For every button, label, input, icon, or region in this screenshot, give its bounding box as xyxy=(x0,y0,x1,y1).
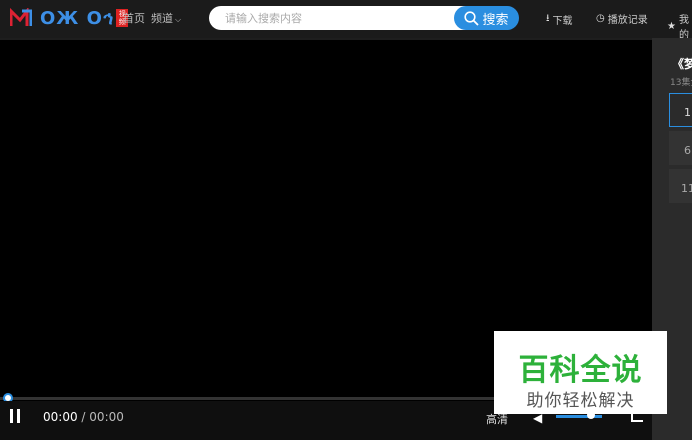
search-icon xyxy=(464,10,480,26)
mine-link[interactable]: ★ 我的 xyxy=(667,11,692,41)
search-button[interactable]: 搜索 xyxy=(454,6,519,30)
nav-home-label: 首页 xyxy=(123,12,145,25)
history-label: 播放记录 xyxy=(607,15,648,26)
volume-slider[interactable] xyxy=(556,415,602,418)
episode-button[interactable]: 11 xyxy=(669,169,692,203)
search-bar: 搜索 xyxy=(209,6,519,30)
show-title: 《梦 xyxy=(672,57,692,71)
top-bar: OЖ Oኅ 视频 首页 频道⌵ 搜索 ⭳ 下载 ◷ 播放记录 ★ 我的 xyxy=(0,0,692,41)
watermark-title: 百科全说 xyxy=(518,353,643,388)
download-label: 下载 xyxy=(552,16,573,27)
pause-icon xyxy=(10,409,13,423)
watermark-subtitle: 助你轻松解决 xyxy=(526,391,635,411)
clock-icon: ◷ xyxy=(596,13,605,24)
site-logo[interactable]: OЖ Oኅ 视频 xyxy=(10,7,129,29)
pause-button[interactable] xyxy=(10,409,22,423)
search-input[interactable] xyxy=(209,6,471,30)
download-icon: ⭳ xyxy=(546,13,550,24)
watermark: 百科全说 助你轻松解决 xyxy=(494,331,667,414)
pause-icon-bar xyxy=(17,409,20,423)
time-separator: / xyxy=(81,410,86,424)
history-link[interactable]: ◷ 播放记录 xyxy=(596,11,648,26)
search-button-label: 搜索 xyxy=(482,12,509,28)
mine-label: 我的 xyxy=(678,15,689,41)
time-display: 00:00 / 00:00 xyxy=(43,410,124,424)
episode-button[interactable]: 6 xyxy=(669,131,692,165)
current-time: 00:00 xyxy=(43,410,78,424)
duration: 00:00 xyxy=(89,410,124,424)
logo-icon xyxy=(10,8,32,26)
nav-home[interactable]: 首页 xyxy=(123,10,145,26)
nav-channel[interactable]: 频道 ⌵ xyxy=(151,10,181,26)
nav-channel-label: 频道 xyxy=(151,12,173,25)
episode-button[interactable]: 1 xyxy=(669,93,692,127)
logo-text: OЖ Oኅ xyxy=(40,7,115,29)
download-link[interactable]: ⭳ 下载 xyxy=(546,11,573,28)
star-icon: ★ xyxy=(667,20,676,32)
chevron-down-icon: ⌵ xyxy=(175,15,182,24)
episode-count: 13集全 xyxy=(670,78,692,88)
